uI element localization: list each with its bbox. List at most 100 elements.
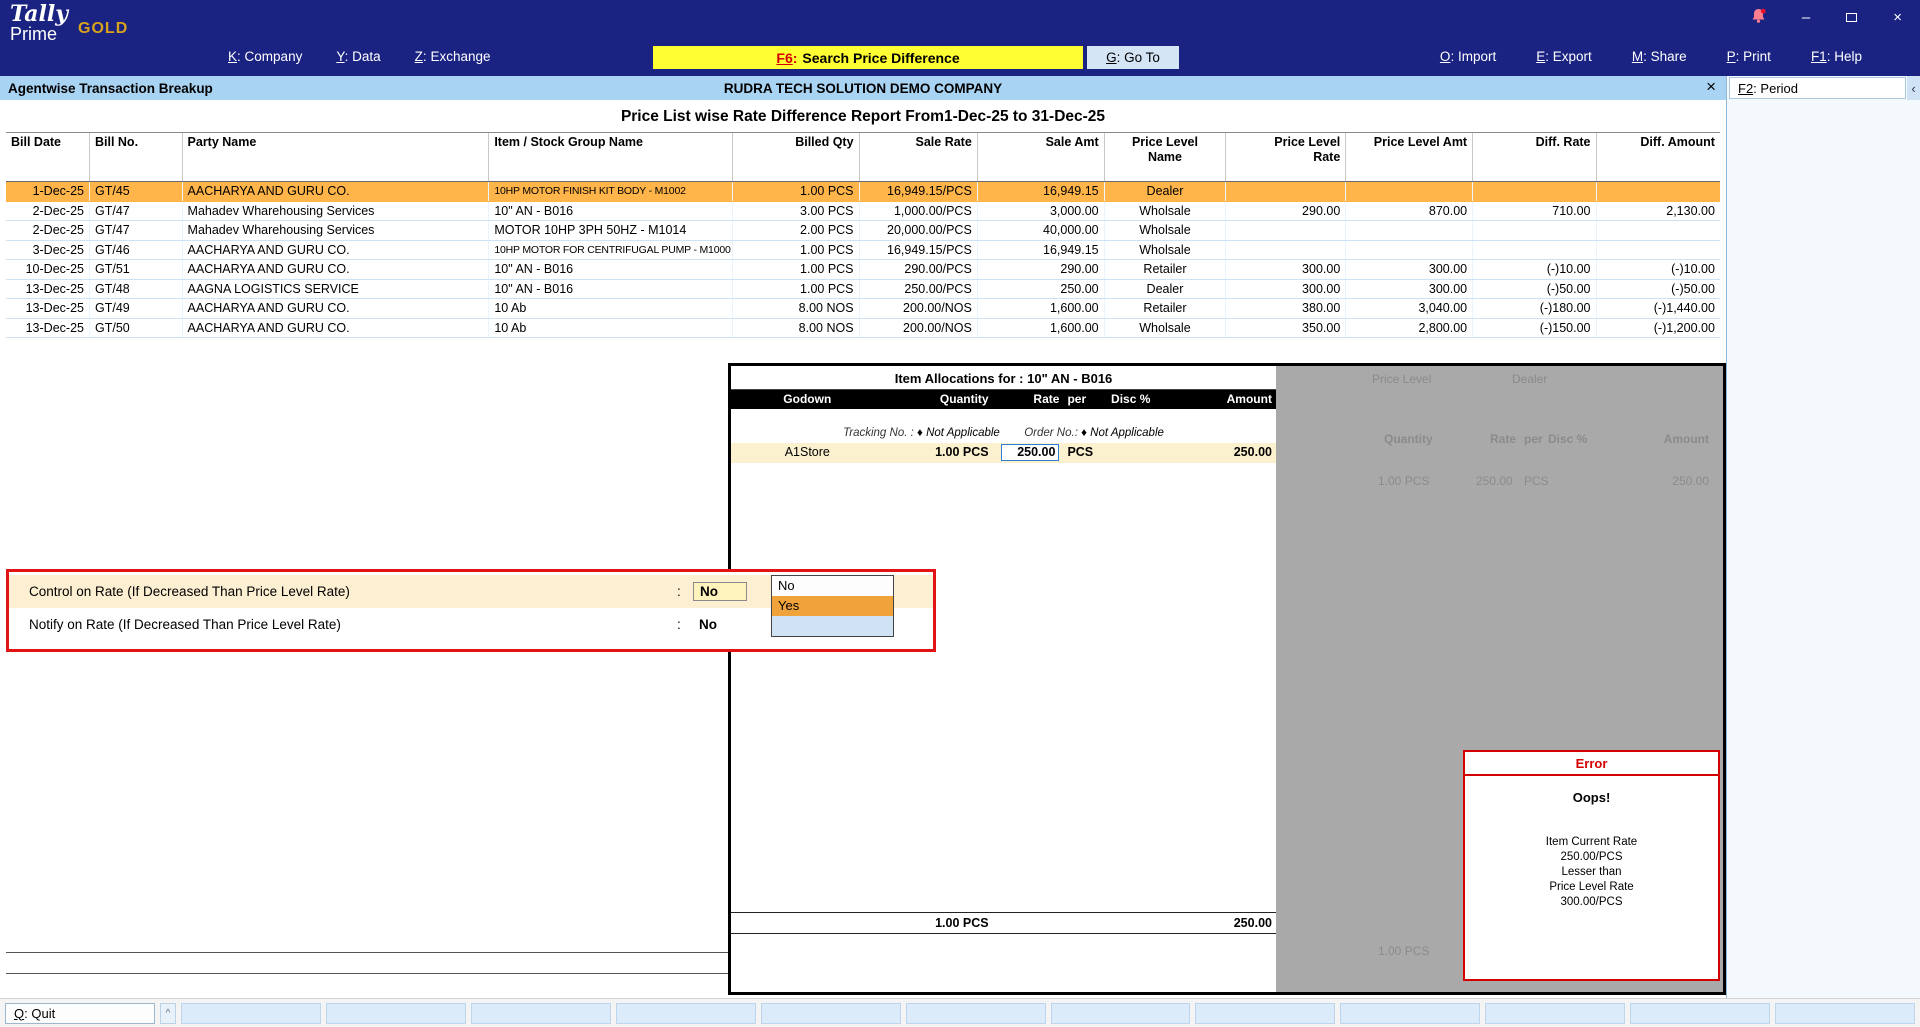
view-name: Agentwise Transaction Breakup (0, 81, 213, 96)
table-row[interactable]: 2-Dec-25 GT/47 Mahadev Wharehousing Serv… (6, 202, 1720, 222)
collapse-panel-icon[interactable]: ‹ (1907, 76, 1920, 100)
cell-sale-rate: 16,949.15/PCS (860, 182, 978, 201)
cell-sale-amt: 3,000.00 (978, 202, 1105, 221)
tally-logo: Tally Prime GOLD (10, 4, 128, 44)
minimize-icon[interactable]: – (1802, 10, 1810, 25)
cell-billed-qty: 2.00 PCS (733, 221, 860, 240)
colon-separator: : (24, 1006, 28, 1021)
quit-key: Q (14, 1006, 24, 1021)
order-value[interactable]: ♦ Not Applicable (1081, 427, 1164, 439)
disc-value (1107, 443, 1162, 463)
cell-price-level-rate: 300.00 (1226, 260, 1346, 279)
cell-bill-no: GT/51 (90, 260, 183, 279)
search-label: Search Price Difference (802, 50, 959, 66)
rate-input[interactable] (1001, 444, 1059, 461)
cell-price-level-rate (1226, 182, 1346, 201)
empty-button-slot (471, 1003, 611, 1024)
ghost-row-per: PCS (1524, 474, 1549, 488)
tracking-value[interactable]: ♦ Not Applicable (917, 427, 1000, 439)
per-value: PCS (1063, 443, 1107, 463)
search-price-difference-button[interactable]: F6:Search Price Difference (653, 46, 1083, 69)
company-name: RUDRA TECH SOLUTION DEMO COMPANY (0, 81, 1726, 96)
menu-label: Exchange (430, 49, 490, 64)
alloc-column-header: Amount (1162, 390, 1276, 409)
tracking-order-line: Tracking No. : ♦ Not Applicable Order No… (731, 427, 1276, 443)
empty-button-slot (1775, 1003, 1915, 1024)
column-header: Diff. Rate (1473, 133, 1596, 181)
alloc-column-header: per (1063, 390, 1107, 409)
menu-key: P (1727, 49, 1736, 64)
total-rate-empty (993, 913, 1064, 933)
allocation-row[interactable]: A1Store 1.00 PCS PCS 250.00 (731, 443, 1276, 463)
alloc-column-header: Godown (731, 390, 884, 409)
empty-button-slot (761, 1003, 901, 1024)
period-key: F2 (1738, 81, 1753, 96)
table-row[interactable]: 13-Dec-25 GT/50 AACHARYA AND GURU CO. 10… (6, 319, 1720, 339)
notify-on-rate-field[interactable]: No (699, 617, 717, 632)
table-row[interactable]: 13-Dec-25 GT/48 AAGNA LOGISTICS SERVICE … (6, 280, 1720, 300)
error-message: Item Current Rate 250.00/PCS Lesser than… (1465, 835, 1718, 910)
menu-label: Print (1743, 49, 1771, 64)
table-row[interactable]: 13-Dec-25 GT/49 AACHARYA AND GURU CO. 10… (6, 299, 1720, 319)
colon-separator: : (1117, 50, 1121, 65)
cell-price-level-amt (1346, 221, 1473, 240)
amount-value: 250.00 (1162, 443, 1276, 463)
column-header: Price Level Amt (1346, 133, 1473, 181)
quantity-value: 1.00 PCS (884, 443, 993, 463)
cell-sale-amt: 16,949.15 (978, 241, 1105, 260)
table-row[interactable]: 2-Dec-25 GT/47 Mahadev Wharehousing Serv… (6, 221, 1720, 241)
quit-button[interactable]: Q: Quit (5, 1003, 155, 1024)
control-on-rate-field[interactable]: No (693, 582, 747, 601)
sidebar-header: F2: Period ‹ (1727, 76, 1920, 100)
cell-price-level-amt: 300.00 (1346, 260, 1473, 279)
table-row[interactable]: 10-Dec-25 GT/51 AACHARYA AND GURU CO. 10… (6, 260, 1720, 280)
alloc-column-header: Disc % (1107, 390, 1162, 409)
cell-sale-amt: 1,600.00 (978, 319, 1105, 338)
dropdown-option-yes[interactable]: Yes (772, 596, 893, 616)
cell-diff-amount: (-)10.00 (1597, 260, 1720, 279)
menu-key: O (1440, 49, 1451, 64)
cell-item-name: 10 Ab (489, 299, 732, 318)
menu-key: M (1632, 49, 1643, 64)
cell-bill-date: 13-Dec-25 (6, 280, 90, 299)
cell-bill-date: 2-Dec-25 (6, 221, 90, 240)
maximize-icon[interactable] (1846, 10, 1857, 25)
close-window-icon[interactable]: × (1893, 10, 1902, 25)
period-button[interactable]: F2: Period (1729, 77, 1906, 99)
table-row-selected[interactable]: 1-Dec-25 GT/45 AACHARYA AND GURU CO. 10H… (6, 182, 1720, 202)
colon-separator: : (677, 584, 689, 599)
cell-price-level-rate: 290.00 (1226, 202, 1346, 221)
menu-help[interactable]: F1: Help (1811, 49, 1862, 64)
table-row[interactable]: 3-Dec-25 GT/46 AACHARYA AND GURU CO. 10H… (6, 241, 1720, 261)
cell-price-level: Dealer (1105, 182, 1227, 201)
cell-party-name: AACHARYA AND GURU CO. (183, 319, 490, 338)
cell-item-name: 10HP MOTOR FOR CENTRIFUGAL PUMP - M1000 (489, 241, 732, 260)
notification-bell-icon[interactable] (1751, 8, 1766, 27)
close-report-icon[interactable]: × (1706, 77, 1716, 97)
menu-export[interactable]: E: Export (1536, 49, 1592, 64)
allocations-title: Item Allocations for : 10" AN - B016 (731, 366, 1276, 390)
menu-print[interactable]: P: Print (1727, 49, 1771, 64)
colon-separator: : (1827, 49, 1831, 64)
rate-difference-table: Bill Date Bill No. Party Name Item / Sto… (6, 132, 1720, 338)
expand-bar-icon[interactable]: ^ (160, 1003, 176, 1024)
goto-button[interactable]: G: Go To (1087, 46, 1179, 69)
menu-company[interactable]: K: Company (228, 49, 302, 64)
menu-import[interactable]: O: Import (1440, 49, 1496, 64)
goto-key: G (1106, 50, 1117, 65)
empty-button-slot (1485, 1003, 1625, 1024)
menu-data[interactable]: Y: Data (336, 49, 380, 64)
colon-separator: : (793, 50, 798, 66)
window-controls: – × (1751, 8, 1902, 27)
empty-button-slot (616, 1003, 756, 1024)
menu-exchange[interactable]: Z: Exchange (415, 49, 491, 64)
cell-billed-qty: 1.00 PCS (733, 241, 860, 260)
cell-price-level-amt (1346, 241, 1473, 260)
cell-bill-date: 3-Dec-25 (6, 241, 90, 260)
cell-diff-rate: (-)180.00 (1473, 299, 1596, 318)
menu-share[interactable]: M: Share (1632, 49, 1687, 64)
menu-key: E (1536, 49, 1545, 64)
column-header: Billed Qty (733, 133, 860, 181)
dropdown-option-no[interactable]: No (772, 576, 893, 596)
cell-price-level-amt: 2,800.00 (1346, 319, 1473, 338)
